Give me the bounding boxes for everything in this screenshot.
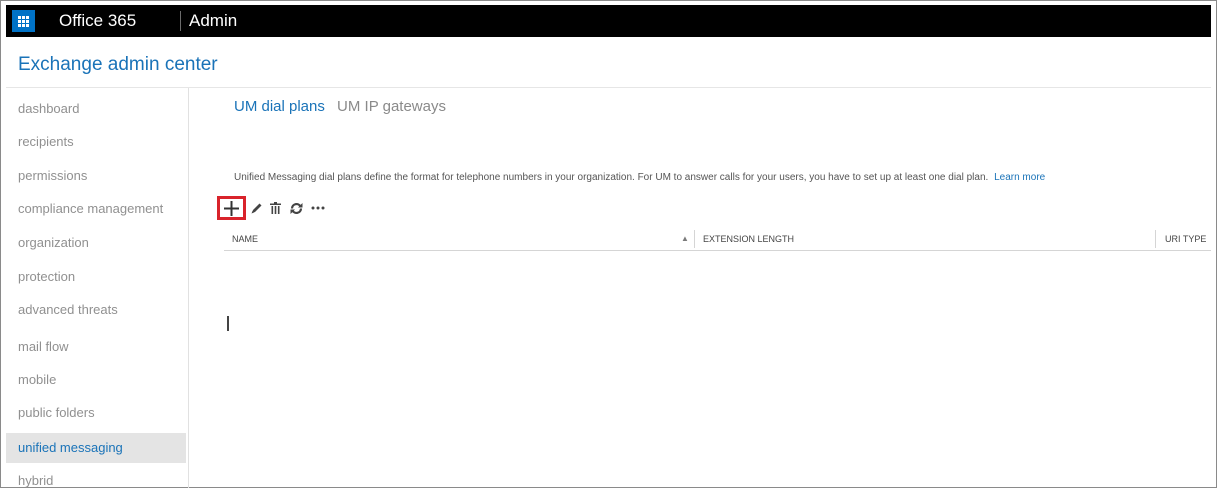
add-icon	[224, 200, 239, 216]
column-header-extension-length[interactable]: EXTENSION LENGTH	[703, 228, 794, 250]
learn-more-link[interactable]: Learn more	[994, 172, 1045, 183]
column-divider	[1155, 230, 1156, 248]
tab-strip: UM dial plans UM IP gateways	[234, 98, 454, 115]
add-button[interactable]	[217, 196, 246, 220]
tab-um-ip-gateways[interactable]: UM IP gateways	[337, 98, 446, 115]
text-cursor	[227, 316, 229, 331]
sidebar-item-mail-flow[interactable]: mail flow	[6, 332, 186, 362]
page-header: Exchange admin center	[6, 37, 1211, 88]
waffle-grid-icon	[18, 15, 29, 27]
sidebar-item-mobile[interactable]: mobile	[6, 365, 186, 395]
grid-header: NAME ▲ EXTENSION LENGTH URI TYPE	[224, 228, 1211, 251]
column-header-uri-type[interactable]: URI TYPE	[1165, 228, 1206, 250]
tab-um-dial-plans[interactable]: UM dial plans	[234, 98, 325, 115]
topbar-divider	[180, 11, 181, 31]
edit-icon	[251, 203, 261, 213]
delete-button[interactable]	[267, 196, 283, 220]
sidebar-item-protection[interactable]: protection	[6, 262, 186, 292]
app-launcher-button[interactable]	[12, 10, 35, 32]
sidebar-item-permissions[interactable]: permissions	[6, 161, 186, 191]
more-options-button[interactable]	[309, 196, 327, 220]
sidebar-item-recipients[interactable]: recipients	[6, 127, 186, 157]
refresh-icon	[290, 202, 302, 214]
refresh-button[interactable]	[287, 196, 305, 220]
sidebar-item-unified-messaging[interactable]: unified messaging	[6, 433, 186, 463]
top-navigation-bar: Office 365 Admin	[6, 5, 1211, 37]
sidebar-navigation: dashboard recipients permissions complia…	[6, 88, 189, 488]
sidebar-item-compliance-management[interactable]: compliance management	[6, 194, 186, 224]
sidebar-item-public-folders[interactable]: public folders	[6, 398, 186, 428]
page-title: Exchange admin center	[18, 54, 218, 75]
more-icon	[311, 206, 325, 210]
sidebar-item-hybrid[interactable]: hybrid	[6, 466, 186, 496]
sidebar-item-dashboard[interactable]: dashboard	[6, 94, 186, 124]
column-divider	[694, 230, 695, 248]
edit-button[interactable]	[248, 196, 264, 220]
delete-icon	[269, 202, 281, 214]
sidebar-item-advanced-threats[interactable]: advanced threats	[6, 295, 186, 325]
column-header-name[interactable]: NAME	[232, 228, 258, 250]
description-text: Unified Messaging dial plans define the …	[234, 172, 989, 183]
office-365-brand-link[interactable]: Office 365	[59, 5, 136, 37]
sidebar-item-organization[interactable]: organization	[6, 228, 186, 258]
admin-link[interactable]: Admin	[189, 5, 237, 37]
page-description: Unified Messaging dial plans define the …	[234, 172, 1045, 183]
main-content: UM dial plans UM IP gateways Unified Mes…	[190, 88, 1211, 488]
sort-ascending-icon[interactable]: ▲	[681, 228, 689, 250]
